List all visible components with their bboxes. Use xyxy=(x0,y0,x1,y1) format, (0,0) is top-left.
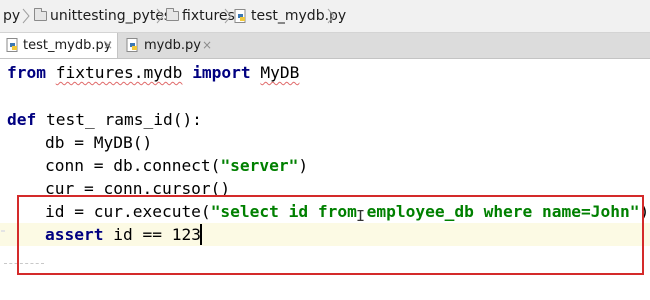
tab-test-mydb[interactable]: test_mydb.py × xyxy=(0,33,118,58)
chevron-right-icon xyxy=(22,8,30,24)
folder-icon xyxy=(166,8,179,21)
keyword: from xyxy=(7,63,46,82)
code-line-5[interactable]: conn = db.connect("server") xyxy=(45,154,308,178)
code-text: conn = db.connect( xyxy=(45,156,221,175)
python-file-icon xyxy=(126,38,138,52)
string-literal: "server" xyxy=(220,156,299,175)
breadcrumb: py unittesting_pytest fixtures test_mydb… xyxy=(0,0,650,33)
chevron-right-icon xyxy=(327,8,335,24)
module-name: fixtures.mydb xyxy=(55,63,183,82)
keyword: def xyxy=(7,110,37,129)
chevron-right-icon xyxy=(156,8,164,24)
code-line-3[interactable]: def test_ rams_id(): xyxy=(7,108,202,132)
identifier: MyDB xyxy=(260,63,300,82)
editor-tab-bar: test_mydb.py × mydb.py × xyxy=(0,33,650,59)
code-text: ) xyxy=(298,156,309,175)
keyword: import xyxy=(192,63,251,82)
code-line-1[interactable]: from fixtures.mydb import MyDB xyxy=(7,61,299,85)
code-line-4[interactable]: db = MyDB() xyxy=(45,131,152,155)
python-file-icon xyxy=(6,38,18,52)
close-icon[interactable]: × xyxy=(202,33,212,58)
annotation-highlight-box xyxy=(17,195,644,275)
chevron-right-icon xyxy=(224,8,232,24)
tab-mydb[interactable]: mydb.py × xyxy=(118,33,218,58)
gutter-marker xyxy=(1,230,5,232)
python-file-icon xyxy=(234,9,246,23)
code-editor[interactable]: from fixtures.mydb import MyDB def test_… xyxy=(0,59,650,300)
tab-label: mydb.py xyxy=(144,38,201,53)
breadcrumb-item-project[interactable]: py xyxy=(3,0,20,33)
function-signature: test_ rams_id(): xyxy=(46,110,202,129)
close-icon[interactable]: × xyxy=(103,33,113,58)
tab-label: test_mydb.py xyxy=(23,38,112,53)
folder-icon xyxy=(34,8,47,21)
